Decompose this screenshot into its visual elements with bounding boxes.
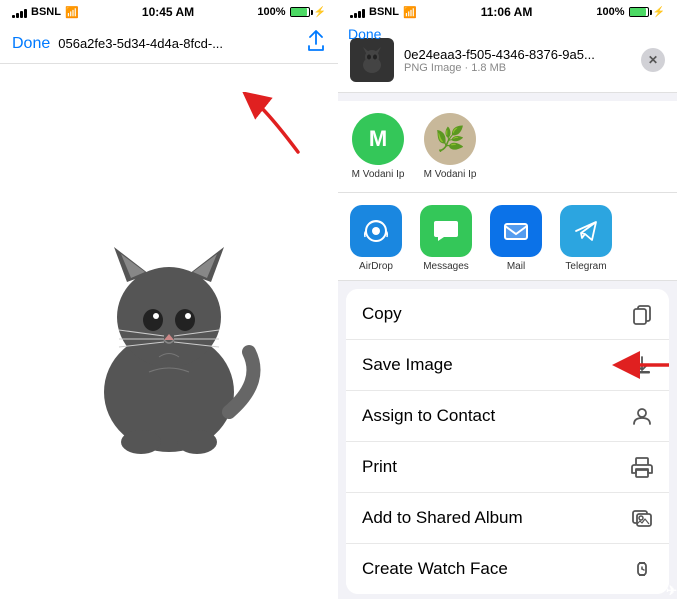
share-header: Done 0e24eaa3-f505-4346-8376-9a5... PNG (338, 24, 677, 93)
contact-initial-1: M (369, 126, 387, 152)
app-messages[interactable]: Messages (420, 205, 472, 272)
carrier-name-left: BSNL (31, 6, 61, 18)
time-left: 10:45 AM (142, 5, 194, 19)
contacts-row: M ✈ M Vodani Ip 🌿 M Vodani Ip (338, 101, 677, 193)
airdrop-label: AirDrop (359, 261, 393, 272)
battery-icon-left (290, 7, 310, 17)
cat-image (69, 202, 269, 462)
signal-bar-3 (20, 11, 23, 18)
shared-album-label: Add to Shared Album (362, 508, 523, 528)
signal-bars-left (12, 6, 27, 18)
share-sheet: Done 0e24eaa3-f505-4346-8376-9a5... PNG (338, 24, 677, 599)
action-assign-contact[interactable]: Assign to Contact (346, 391, 669, 442)
messages-icon (420, 205, 472, 257)
telegram-svg (572, 217, 600, 245)
arrow-indicator-left (238, 92, 328, 162)
bolt-icon-left: ⚡ (314, 7, 326, 18)
time-right: 11:06 AM (481, 5, 533, 19)
signal-bar-2 (16, 13, 19, 18)
telegram-icon (560, 205, 612, 257)
contact-label-2: M Vodani Ip (424, 169, 477, 180)
contact-icon (631, 405, 653, 427)
wifi-icon-left: 📶 (65, 6, 79, 19)
app-mail[interactable]: Mail (490, 205, 542, 272)
actions-list: Copy Save Image (346, 289, 669, 594)
app-telegram[interactable]: Telegram (560, 205, 612, 272)
save-image-label: Save Image (362, 355, 453, 375)
watch-face-label: Create Watch Face (362, 559, 508, 579)
action-save-image[interactable]: Save Image (346, 340, 669, 391)
messages-svg (432, 217, 460, 245)
contact-label-1: M Vodani Ip (352, 169, 405, 180)
share-button-left[interactable] (306, 30, 326, 57)
action-watch-face[interactable]: Create Watch Face (346, 544, 669, 594)
contact-avatar-2: 🌿 (424, 113, 476, 165)
contact-avatar-1: M ✈ (352, 113, 404, 165)
battery-fill-right (630, 8, 646, 16)
bolt-icon-right: ⚡ (653, 7, 665, 18)
print-icon (631, 456, 653, 478)
r-sig-2 (354, 13, 357, 18)
messages-label: Messages (423, 261, 469, 272)
battery-icon-right (629, 7, 649, 17)
apps-row: AirDrop Messages Mail (338, 193, 677, 281)
r-sig-3 (358, 11, 361, 18)
carrier-right: BSNL 📶 (350, 6, 417, 19)
copy-icon (631, 303, 653, 325)
airdrop-svg (362, 217, 390, 245)
contact-item-1[interactable]: M ✈ M Vodani Ip (350, 113, 406, 180)
cat-thumb-icon (357, 45, 387, 75)
telegram-label: Telegram (565, 261, 606, 272)
signal-bar-4 (24, 9, 27, 18)
file-meta: PNG Image · 1.8 MB (404, 62, 631, 74)
file-name-left: 056a2fe3-5d34-4d4a-8fcd-... (58, 36, 298, 51)
battery-area-left: 100% ⚡ (257, 6, 326, 18)
signal-bars-right (350, 6, 365, 18)
action-shared-album[interactable]: Add to Shared Album (346, 493, 669, 544)
status-bar-right: BSNL 📶 11:06 AM 100% ⚡ (338, 0, 677, 24)
mail-icon (490, 205, 542, 257)
file-thumbnail (350, 38, 394, 82)
mail-svg (502, 217, 530, 245)
nav-bar-left: Done 056a2fe3-5d34-4d4a-8fcd-... (0, 24, 338, 64)
watch-icon (631, 558, 653, 580)
album-icon (631, 507, 653, 529)
image-area (0, 64, 338, 599)
carrier-left: BSNL 📶 (12, 6, 79, 19)
airdrop-icon (350, 205, 402, 257)
status-bar-left: BSNL 📶 10:45 AM 100% ⚡ (0, 0, 338, 24)
app-airdrop[interactable]: AirDrop (350, 205, 402, 272)
r-sig-4 (362, 9, 365, 18)
left-panel: BSNL 📶 10:45 AM 100% ⚡ Done 056a2fe3-5d3… (0, 0, 338, 599)
carrier-name-right: BSNL (369, 6, 399, 18)
close-icon: ✕ (648, 53, 658, 67)
assign-contact-label: Assign to Contact (362, 406, 495, 426)
arrow-save-indicator (609, 345, 669, 385)
battery-fill-left (291, 8, 307, 16)
close-button[interactable]: ✕ (641, 48, 665, 72)
action-copy[interactable]: Copy (346, 289, 669, 340)
print-label: Print (362, 457, 397, 477)
right-panel: BSNL 📶 11:06 AM 100% ⚡ Done (338, 0, 677, 599)
wifi-icon-right: 📶 (403, 6, 417, 19)
done-btn-right[interactable]: Done (348, 26, 381, 42)
r-sig-1 (350, 15, 353, 18)
signal-bar-1 (12, 15, 15, 18)
contact-item-2[interactable]: 🌿 M Vodani Ip (422, 113, 478, 180)
battery-percent-right: 100% (596, 6, 624, 18)
action-print[interactable]: Print (346, 442, 669, 493)
file-name-right: 0e24eaa3-f505-4346-8376-9a5... (404, 47, 631, 62)
battery-area-right: 100% ⚡ (596, 6, 665, 18)
done-button-left[interactable]: Done (12, 35, 50, 53)
battery-percent-left: 100% (257, 6, 285, 18)
copy-label: Copy (362, 304, 402, 324)
mail-label: Mail (507, 261, 525, 272)
file-info: 0e24eaa3-f505-4346-8376-9a5... PNG Image… (404, 47, 631, 74)
